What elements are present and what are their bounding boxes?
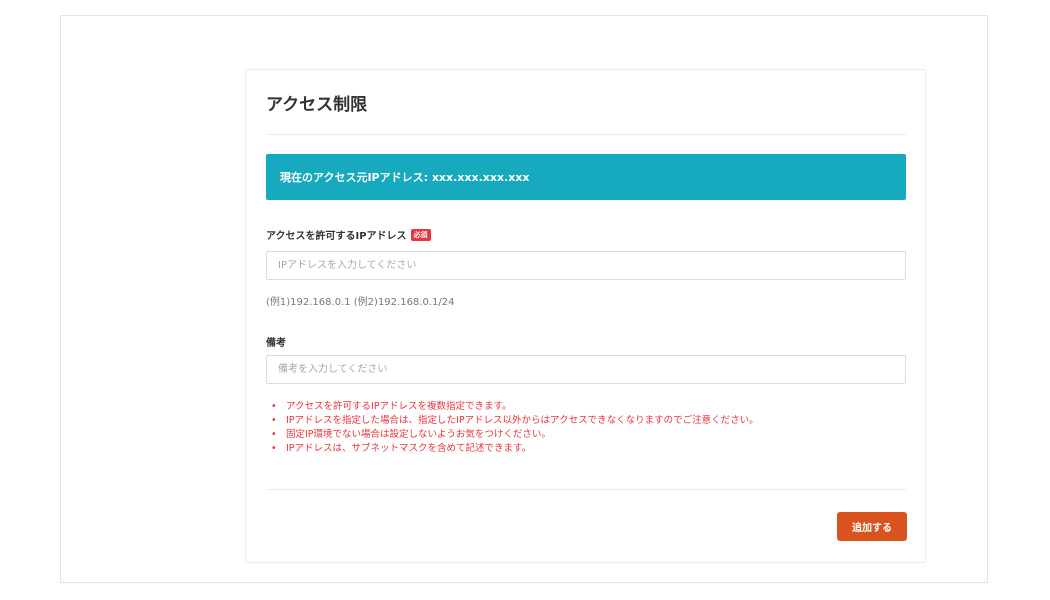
- current-ip-banner: 現在のアクセス元IPアドレス: xxx.xxx.xxx.xxx: [266, 154, 906, 200]
- note-text: 固定IP環境でない場合は設定しないようお気をつけください。: [286, 429, 551, 440]
- ip-address-label-row: アクセスを許可するIPアドレス 必須: [266, 227, 431, 242]
- outer-frame: アクセス制限 現在のアクセス元IPアドレス: xxx.xxx.xxx.xxx ア…: [60, 15, 988, 583]
- note-text: IPアドレスは、サブネットマスクを含めて記述できます。: [286, 443, 532, 454]
- note-item: • 固定IP環境でない場合は設定しないようお気をつけください。: [266, 428, 759, 442]
- bullet-icon: •: [271, 429, 277, 440]
- title-divider: [266, 134, 906, 135]
- notes-list: • アクセスを許可するIPアドレスを複数指定できます。 • IPアドレスを指定した場…: [266, 400, 759, 456]
- bullet-icon: •: [271, 415, 277, 426]
- bullet-icon: •: [271, 443, 277, 454]
- page-title: アクセス制限: [266, 95, 368, 115]
- note-text: IPアドレスを指定した場合は、指定したIPアドレス以外からはアクセスできなくなり…: [286, 415, 759, 426]
- note-item: • IPアドレスは、サブネットマスクを含めて記述できます。: [266, 442, 759, 456]
- bullet-icon: •: [271, 401, 277, 412]
- ip-address-example: (例1)192.168.0.1 (例2)192.168.0.1/24: [266, 297, 455, 308]
- memo-label: 備考: [266, 338, 286, 349]
- ip-address-label: アクセスを許可するIPアドレス: [266, 231, 407, 242]
- footer-divider: [266, 489, 906, 490]
- ip-address-input[interactable]: [266, 251, 906, 280]
- current-ip-text: 現在のアクセス元IPアドレス: xxx.xxx.xxx.xxx: [280, 171, 530, 184]
- add-button[interactable]: 追加する: [837, 512, 907, 541]
- memo-label-row: 備考: [266, 334, 286, 349]
- access-restriction-card: アクセス制限 現在のアクセス元IPアドレス: xxx.xxx.xxx.xxx ア…: [245, 69, 926, 563]
- note-text: アクセスを許可するIPアドレスを複数指定できます。: [286, 401, 512, 412]
- note-item: • IPアドレスを指定した場合は、指定したIPアドレス以外からはアクセスできなくな…: [266, 414, 759, 428]
- note-item: • アクセスを許可するIPアドレスを複数指定できます。: [266, 400, 759, 414]
- memo-input[interactable]: [266, 355, 906, 384]
- required-badge: 必須: [410, 228, 431, 241]
